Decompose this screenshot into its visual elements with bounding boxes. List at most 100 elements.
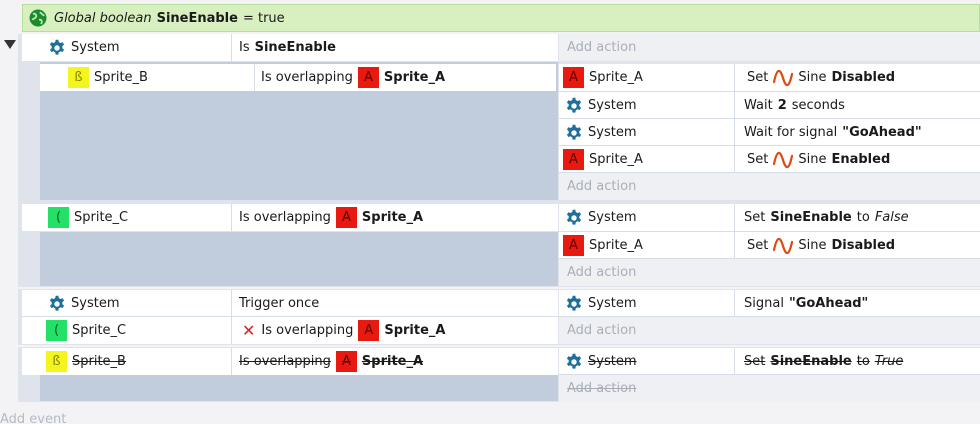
event-3-condition[interactable]: Is overlapping A Sprite_A [232,204,552,231]
condition-object: Sprite_B [94,70,148,85]
condition-text: Is overlapping [261,70,353,85]
action-row[interactable]: System Wait 2 seconds [561,92,980,119]
condition-target: Sprite_A [361,210,424,225]
action-value: False [874,210,909,225]
condition-target: Sprite_A [383,70,446,85]
sprite-a-icon: A [563,149,584,170]
condition-text: Is [239,40,250,55]
add-action-1[interactable]: Add action [559,34,980,61]
action-text: Wait for signal [744,125,838,140]
event-3-panel [40,232,558,286]
action-text: Wait [744,98,773,113]
event-2-condition[interactable]: Is overlapping A Sprite_A [255,64,555,91]
action-text: Set [747,70,769,85]
gear-icon [48,39,66,57]
add-action-label: Add action [567,179,637,194]
add-action-label: Add action [567,40,637,55]
action-object: Sprite_A [589,238,643,253]
action-object: Sprite_A [589,70,643,85]
globe-icon [29,9,47,27]
add-event-label: Add event [0,412,67,424]
add-action-label: Add action [567,265,637,280]
add-action-2[interactable]: Add action [559,173,980,200]
condition-text: Is overlapping [239,210,331,225]
gear-icon [565,97,583,115]
action-value: 2 [777,98,787,113]
action-variable: SineEnable [770,210,852,225]
action-value: Disabled [831,238,896,253]
gear-icon [565,353,583,371]
sprite-a-icon: A [563,67,584,88]
condition-object: System [71,296,120,311]
sine-behavior-icon [773,238,793,254]
event-4-condition-row-2[interactable]: ( Sprite_C [22,317,231,344]
action-row[interactable]: System Set SineEnable to False [561,204,980,231]
action-text: Set [744,210,766,225]
add-action-label: Add action [567,381,637,396]
sprite-b-icon: ß [46,351,67,372]
add-event-button[interactable]: Add event [0,410,120,424]
gear-icon [48,295,66,313]
action-suffix: seconds [791,98,845,113]
event-4-condition-1[interactable]: Trigger once [232,290,552,317]
condition-variable: SineEnable [254,40,336,55]
global-variable-name: SineEnable [156,10,238,26]
behavior-name: Sine [798,70,827,85]
action-value: "GoAhead" [842,125,922,140]
action-row[interactable]: A Sprite_A Set Sine Disabled [561,64,980,91]
action-row[interactable]: A Sprite_A Set Sine Disabled [561,232,980,259]
action-text-to: to [856,210,870,225]
global-variable-value: = true [242,10,285,26]
gear-icon [565,209,583,227]
condition-object: Sprite_C [72,323,127,338]
action-row[interactable]: System Set SineEnable to True [561,348,980,375]
add-action-3[interactable]: Add action [559,259,980,286]
action-text: Set [747,238,769,253]
gear-icon [565,295,583,313]
condition-target: Sprite_A [361,354,424,369]
add-action-5[interactable]: Add action [559,375,980,402]
action-value: Enabled [831,152,891,167]
event-1-condition[interactable]: Is SineEnable [232,34,552,61]
gear-icon [565,124,583,142]
sprite-b-icon: ß [68,67,89,88]
action-text-to: to [856,354,870,369]
event-5-panel [40,375,558,401]
condition-object: Sprite_B [72,354,126,369]
action-object: System [588,210,637,225]
condition-text: Is overlapping [261,323,354,338]
action-value: Disabled [831,70,896,85]
action-row[interactable]: A Sprite_A Set Sine Enabled [561,146,980,173]
global-variable-row[interactable]: Global boolean SineEnable = true [22,4,980,32]
behavior-name: Sine [798,238,827,253]
action-text: Signal [744,296,784,311]
condition-text: Is overlapping [239,354,331,369]
action-object: Sprite_A [589,152,643,167]
action-text: Set [744,354,766,369]
sprite-a-icon: A [357,67,379,88]
action-text: Set [747,152,769,167]
sprite-a-icon: A [563,235,584,256]
condition-text: Trigger once [239,296,320,311]
action-object: System [588,98,637,113]
sprite-c-icon: ( [46,320,67,341]
sine-behavior-icon [773,152,793,168]
global-variable-type: Global boolean [54,10,152,26]
action-object: System [588,125,637,140]
action-object: System [588,296,637,311]
condition-target: Sprite_A [384,323,446,338]
action-row[interactable]: System Wait for signal "GoAhead" [561,119,980,146]
event-4-condition-2[interactable]: ✕ Is overlapping A Sprite_A [232,317,558,344]
add-action-4[interactable]: Add action [559,317,980,344]
action-row[interactable]: System Signal "GoAhead" [561,290,980,317]
action-object: System [588,354,637,369]
invert-x-icon: ✕ [242,321,256,340]
sprite-a-icon: A [335,207,357,228]
action-variable: SineEnable [770,354,852,369]
action-value: "GoAhead" [788,296,869,311]
action-value: True [874,354,904,369]
event-5-condition[interactable]: Is overlapping A Sprite_A [232,348,552,375]
add-action-label: Add action [567,323,637,338]
sprite-a-icon: A [335,351,357,372]
collapse-arrow-icon[interactable] [4,40,16,49]
